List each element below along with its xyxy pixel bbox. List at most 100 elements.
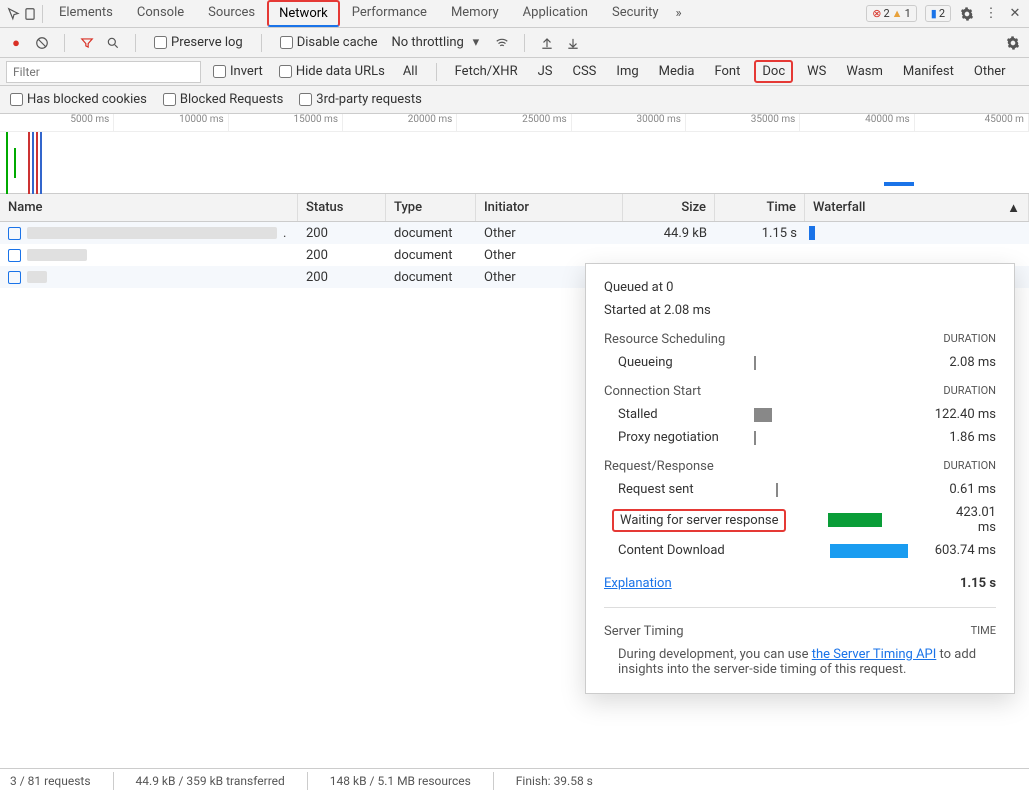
blocked-requests-checkbox[interactable]: Blocked Requests	[159, 92, 287, 107]
third-party-checkbox[interactable]: 3rd-party requests	[295, 92, 426, 107]
col-initiator[interactable]: Initiator	[476, 194, 623, 221]
filter-chip-ws[interactable]: WS	[801, 62, 832, 81]
sent-value: 0.61 ms	[884, 482, 996, 497]
document-icon	[8, 271, 21, 284]
tab-performance[interactable]: Performance	[340, 0, 439, 28]
col-name[interactable]: Name	[0, 194, 298, 221]
filter-chip-img[interactable]: Img	[610, 62, 644, 81]
third-party-label: 3rd-party requests	[316, 92, 422, 107]
tab-network[interactable]: Network	[267, 0, 340, 27]
section-connection-start: Connection Start	[604, 384, 701, 399]
inspect-icon[interactable]	[6, 6, 22, 22]
timeline-tick: 15000 ms	[229, 114, 343, 131]
col-status[interactable]: Status	[298, 194, 386, 221]
search-icon[interactable]	[105, 35, 121, 51]
server-timing-api-link[interactable]: the Server Timing API	[812, 647, 937, 662]
status-requests: 3 / 81 requests	[10, 774, 91, 788]
sent-bar	[776, 483, 778, 497]
filter-bar-2: Has blocked cookies Blocked Requests 3rd…	[0, 86, 1029, 114]
preserve-log-label: Preserve log	[171, 35, 243, 50]
throttling-select[interactable]: No throttling▾	[392, 35, 484, 51]
error-badge[interactable]: ⊗2 ▲1	[866, 5, 916, 22]
cell-type: document	[386, 268, 476, 287]
filter-bar: Invert Hide data URLs All Fetch/XHR JS C…	[0, 58, 1029, 86]
hide-data-urls-checkbox[interactable]: Hide data URLs	[275, 64, 389, 79]
filter-chip-media[interactable]: Media	[653, 62, 701, 81]
download-icon[interactable]	[565, 35, 581, 51]
col-type[interactable]: Type	[386, 194, 476, 221]
separator	[42, 5, 43, 23]
cell-size: 44.9 kB	[623, 224, 715, 243]
filter-icon[interactable]	[79, 35, 95, 51]
upload-icon[interactable]	[539, 35, 555, 51]
cell-initiator: Other	[476, 224, 623, 243]
server-timing-text: During development, you can use	[618, 647, 812, 662]
clear-icon[interactable]	[34, 35, 50, 51]
wifi-icon[interactable]	[494, 35, 510, 51]
tab-console[interactable]: Console	[125, 0, 196, 28]
timeline-tick: 40000 ms	[800, 114, 914, 131]
table-row[interactable]: . 200 document Other 44.9 kB 1.15 s	[0, 222, 1029, 244]
close-icon[interactable]: ✕	[1007, 6, 1023, 22]
waiting-value: 423.01 ms	[936, 505, 996, 535]
panel-settings-icon[interactable]	[1005, 35, 1021, 51]
blocked-cookies-checkbox[interactable]: Has blocked cookies	[6, 92, 151, 107]
stalled-value: 122.40 ms	[884, 407, 996, 422]
filter-input[interactable]	[6, 61, 201, 83]
tab-application[interactable]: Application	[511, 0, 600, 28]
filter-chip-manifest[interactable]: Manifest	[897, 62, 960, 81]
record-icon[interactable]: ●	[8, 35, 24, 51]
timeline-overview[interactable]: 5000 ms 10000 ms 15000 ms 20000 ms 25000…	[0, 114, 1029, 194]
col-waterfall-label: Waterfall	[813, 200, 865, 215]
separator	[113, 772, 114, 790]
preserve-log-checkbox[interactable]: Preserve log	[150, 35, 247, 50]
filter-chip-wasm[interactable]: Wasm	[840, 62, 889, 81]
warn-count: 1	[905, 7, 911, 20]
queueing-label: Queueing	[604, 355, 754, 370]
filter-chip-font[interactable]: Font	[708, 62, 746, 81]
message-badge[interactable]: ▮2	[925, 5, 951, 22]
throttling-value: No throttling	[392, 35, 464, 50]
timeline-tick: 25000 ms	[457, 114, 571, 131]
col-size[interactable]: Size	[623, 194, 715, 221]
proxy-label: Proxy negotiation	[604, 430, 754, 445]
waiting-bar	[828, 513, 882, 527]
msg-count: 2	[939, 7, 945, 20]
settings-icon[interactable]	[959, 6, 975, 22]
blocked-cookies-label: Has blocked cookies	[27, 92, 147, 107]
filter-chip-css[interactable]: CSS	[567, 62, 603, 81]
timeline-tick: 10000 ms	[114, 114, 228, 131]
cell-waterfall	[805, 253, 1029, 257]
col-time[interactable]: Time	[715, 194, 805, 221]
col-waterfall[interactable]: Waterfall▲	[805, 194, 1029, 221]
filter-chip-js[interactable]: JS	[532, 62, 559, 81]
section-resource-scheduling: Resource Scheduling	[604, 332, 725, 347]
section-request-response: Request/Response	[604, 459, 714, 474]
filter-chip-all[interactable]: All	[397, 62, 424, 81]
invert-checkbox[interactable]: Invert	[209, 64, 267, 79]
status-resources: 148 kB / 5.1 MB resources	[330, 774, 471, 788]
explanation-link[interactable]: Explanation	[604, 576, 672, 591]
proxy-value: 1.86 ms	[884, 430, 996, 445]
tab-sources[interactable]: Sources	[196, 0, 267, 28]
network-table-header: Name Status Type Initiator Size Time Wat…	[0, 194, 1029, 222]
tab-elements[interactable]: Elements	[47, 0, 125, 28]
filter-chip-doc[interactable]: Doc	[754, 60, 793, 83]
device-icon[interactable]	[22, 6, 38, 22]
started-text: Started at 2.08 ms	[604, 303, 996, 318]
filter-chip-other[interactable]: Other	[968, 62, 1012, 81]
request-name-redacted	[27, 271, 47, 283]
filter-chip-fetchxhr[interactable]: Fetch/XHR	[449, 62, 524, 81]
tab-memory[interactable]: Memory	[439, 0, 511, 28]
network-toolbar: ● Preserve log Disable cache No throttli…	[0, 28, 1029, 58]
separator	[524, 34, 525, 52]
hide-data-label: Hide data URLs	[296, 64, 385, 79]
more-tabs-icon[interactable]: »	[671, 6, 687, 22]
cell-time: 1.15 s	[715, 224, 805, 243]
tab-security[interactable]: Security	[600, 0, 671, 28]
queued-text: Queued at 0	[604, 280, 996, 295]
kebab-icon[interactable]: ⋮	[983, 6, 999, 22]
blocked-requests-label: Blocked Requests	[180, 92, 283, 107]
cell-status: 200	[298, 224, 386, 243]
disable-cache-checkbox[interactable]: Disable cache	[276, 35, 382, 50]
